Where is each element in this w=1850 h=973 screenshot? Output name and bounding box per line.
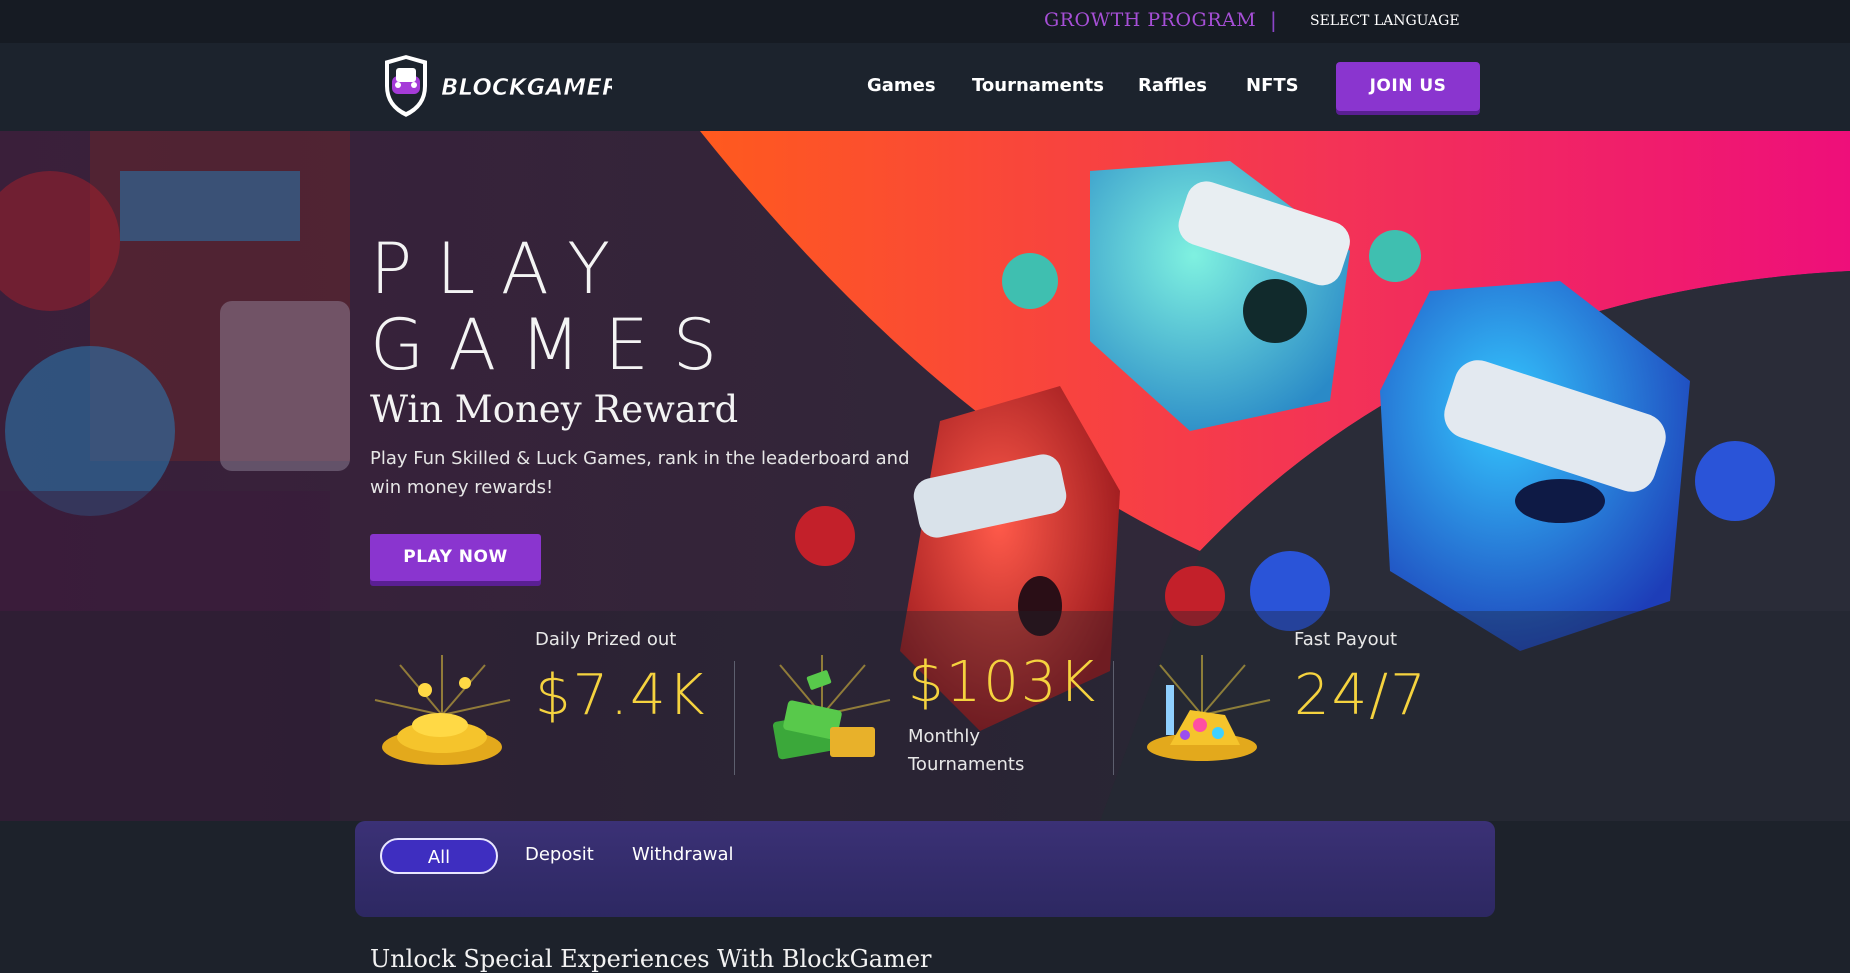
- stat-daily-label: Daily Prized out: [535, 629, 677, 650]
- treasure-icon: [1147, 655, 1271, 761]
- cash-pile-icon: [772, 655, 891, 760]
- stat-payout-label: Fast Payout: [1294, 629, 1398, 650]
- growth-program-link[interactable]: GROWTH PROGRAM: [1044, 9, 1256, 31]
- topbar-separator: |: [1270, 8, 1277, 32]
- nav-games[interactable]: Games: [867, 75, 936, 96]
- hero-subtitle: Win Money Reward: [370, 388, 739, 431]
- hero-title-line2: GAMES: [370, 304, 742, 386]
- play-now-button[interactable]: PLAY NOW: [370, 534, 541, 581]
- transactions-filter-panel: [355, 821, 1495, 917]
- logo-wordmark: BLOCKGAMER: [441, 75, 612, 101]
- nav-raffles[interactable]: Raffles: [1138, 75, 1207, 96]
- top-utility-bar: GROWTH PROGRAM | SELECT LANGUAGE: [0, 0, 1850, 43]
- filter-tab-withdrawal[interactable]: Withdrawal: [632, 844, 733, 865]
- hero-title-line1: PLAY: [370, 228, 635, 310]
- stat-daily-value: $7.4K: [535, 663, 707, 728]
- nav-tournaments[interactable]: Tournaments: [972, 75, 1104, 96]
- stat-monthly-label-line1: Monthly: [908, 726, 981, 747]
- filter-tab-all[interactable]: All: [380, 838, 498, 874]
- gold-coins-icon: [374, 655, 511, 765]
- blockgamer-logo[interactable]: BLOCKGAMER: [378, 52, 620, 120]
- join-us-button[interactable]: JOIN US: [1336, 62, 1480, 111]
- hero-description: Play Fun Skilled & Luck Games, rank in t…: [370, 448, 910, 498]
- stat-monthly-label-line2: Tournaments: [908, 754, 1025, 775]
- filter-tab-deposit[interactable]: Deposit: [525, 844, 594, 865]
- select-language-link[interactable]: SELECT LANGUAGE: [1310, 13, 1460, 29]
- hero-background-art: [0, 131, 1850, 821]
- nav-nfts[interactable]: NFTS: [1246, 75, 1299, 96]
- stat-monthly-value: $103K: [908, 650, 1098, 715]
- hero-banner: PLAY GAMES Win Money Reward Play Fun Ski…: [0, 131, 1850, 821]
- stat-divider: [734, 661, 735, 775]
- stat-divider: [1113, 661, 1114, 775]
- stat-payout-value: 24/7: [1294, 663, 1428, 728]
